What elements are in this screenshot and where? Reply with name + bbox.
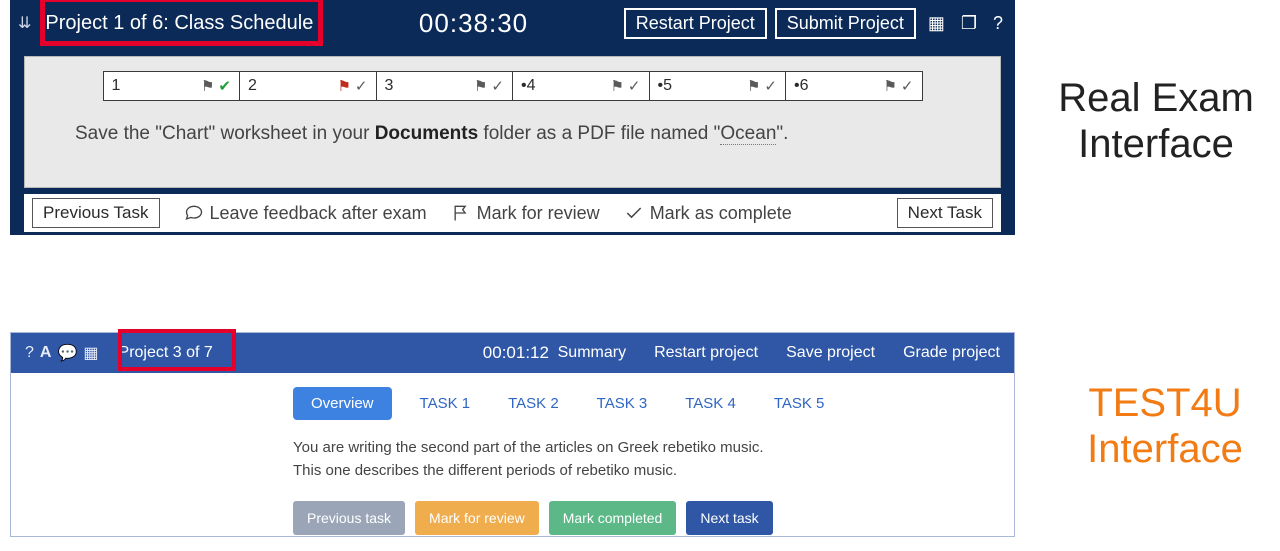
- check-icon: ✓: [628, 77, 641, 95]
- restore-window-icon[interactable]: ❐: [957, 13, 981, 34]
- flag-icon: ⚑: [337, 77, 350, 95]
- project-title: Project 1 of 6: Class Schedule: [35, 8, 323, 39]
- step-4[interactable]: •4 ⚑ ✓: [513, 71, 650, 101]
- project-indicator: Project 3 of 7: [109, 339, 223, 367]
- bottom-toolbar: Previous Task Leave feedback after exam …: [24, 194, 1001, 232]
- check-icon: ✔: [218, 77, 231, 95]
- flag-icon: ⚑: [474, 77, 487, 95]
- feedback-label: Leave feedback after exam: [210, 203, 427, 224]
- test4u-panel: ? A 💬 ▦ Project 3 of 7 00:01:12 Summary …: [10, 332, 1015, 537]
- previous-task-button[interactable]: Previous Task: [32, 198, 160, 228]
- instruction-text: Save the "Chart" worksheet in your Docum…: [51, 123, 974, 145]
- overview-description: You are writing the second part of the a…: [293, 436, 1014, 483]
- mark-completed-button[interactable]: Mark completed: [549, 501, 677, 535]
- check-icon: ✓: [355, 77, 368, 95]
- next-task-button[interactable]: Next task: [686, 501, 772, 535]
- tab-overview[interactable]: Overview: [293, 387, 392, 420]
- test4u-label: TEST4UInterface: [1055, 380, 1275, 472]
- step-2[interactable]: 2 ⚑ ✓: [240, 71, 377, 101]
- timer: 00:01:12: [483, 343, 549, 363]
- flag-icon: ⚑: [883, 77, 896, 95]
- check-icon: [624, 203, 644, 223]
- text-icon[interactable]: A: [40, 344, 52, 362]
- speech-bubble-icon[interactable]: 💬: [57, 343, 77, 363]
- step-label: 1: [112, 77, 121, 95]
- check-icon: ✓: [901, 77, 914, 95]
- timer: 00:38:30: [419, 8, 528, 39]
- check-icon: ✓: [764, 77, 777, 95]
- step-label: 2: [248, 77, 257, 95]
- step-label: •6: [794, 77, 809, 95]
- restart-project-link[interactable]: Restart project: [654, 344, 758, 362]
- calculator-icon[interactable]: ▦: [83, 343, 98, 363]
- save-project-link[interactable]: Save project: [786, 344, 875, 362]
- tab-task-2[interactable]: TASK 2: [498, 387, 569, 420]
- calculator-icon[interactable]: ▦: [924, 13, 949, 34]
- step-1[interactable]: 1 ⚑✔: [103, 71, 241, 101]
- task-stepper: 1 ⚑✔ 2 ⚑✓ 3 ⚑✓ •4 ⚑✓ •5 ⚑✓ •6 ⚑✓: [103, 71, 923, 101]
- previous-task-button[interactable]: Previous task: [293, 501, 405, 535]
- flag-icon: ⚑: [201, 77, 214, 95]
- mark-review-link[interactable]: Mark for review: [451, 203, 600, 224]
- tab-task-1[interactable]: TASK 1: [410, 387, 481, 420]
- tab-task-5[interactable]: TASK 5: [764, 387, 835, 420]
- instruction-area: 1 ⚑✔ 2 ⚑✓ 3 ⚑✓ •4 ⚑✓ •5 ⚑✓ •6 ⚑✓: [24, 56, 1001, 188]
- summary-link[interactable]: Summary: [558, 344, 626, 362]
- step-label: •5: [658, 77, 673, 95]
- flag-icon: ⚑: [747, 77, 760, 95]
- help-icon[interactable]: ?: [25, 344, 34, 362]
- step-5[interactable]: •5 ⚑✓: [650, 71, 787, 101]
- real-exam-label: Real ExamInterface: [1032, 75, 1280, 167]
- mark-review-button[interactable]: Mark for review: [415, 501, 539, 535]
- task-tabs: Overview TASK 1 TASK 2 TASK 3 TASK 4 TAS…: [293, 387, 1014, 420]
- step-3[interactable]: 3 ⚑✓: [377, 71, 514, 101]
- speech-bubble-icon: [184, 203, 204, 223]
- flag-icon: [451, 203, 471, 223]
- next-task-button[interactable]: Next Task: [897, 198, 993, 228]
- leave-feedback-link[interactable]: Leave feedback after exam: [184, 203, 427, 224]
- step-label: 3: [385, 77, 394, 95]
- grade-project-link[interactable]: Grade project: [903, 344, 1000, 362]
- tab-task-4[interactable]: TASK 4: [675, 387, 746, 420]
- mark-complete-label: Mark as complete: [650, 203, 792, 224]
- submit-project-button[interactable]: Submit Project: [775, 8, 916, 39]
- flag-icon: ⚑: [610, 77, 623, 95]
- real-exam-panel: ⇊ Project 1 of 6: Class Schedule 00:38:3…: [10, 0, 1015, 235]
- help-icon[interactable]: ?: [989, 13, 1007, 34]
- tab-task-3[interactable]: TASK 3: [587, 387, 658, 420]
- collapse-icon[interactable]: ⇊: [18, 13, 31, 33]
- mark-review-label: Mark for review: [477, 203, 600, 224]
- step-label: •4: [521, 77, 536, 95]
- check-icon: ✓: [491, 77, 504, 95]
- mark-complete-link[interactable]: Mark as complete: [624, 203, 792, 224]
- restart-project-button[interactable]: Restart Project: [624, 8, 767, 39]
- step-6[interactable]: •6 ⚑ ✓: [786, 71, 923, 101]
